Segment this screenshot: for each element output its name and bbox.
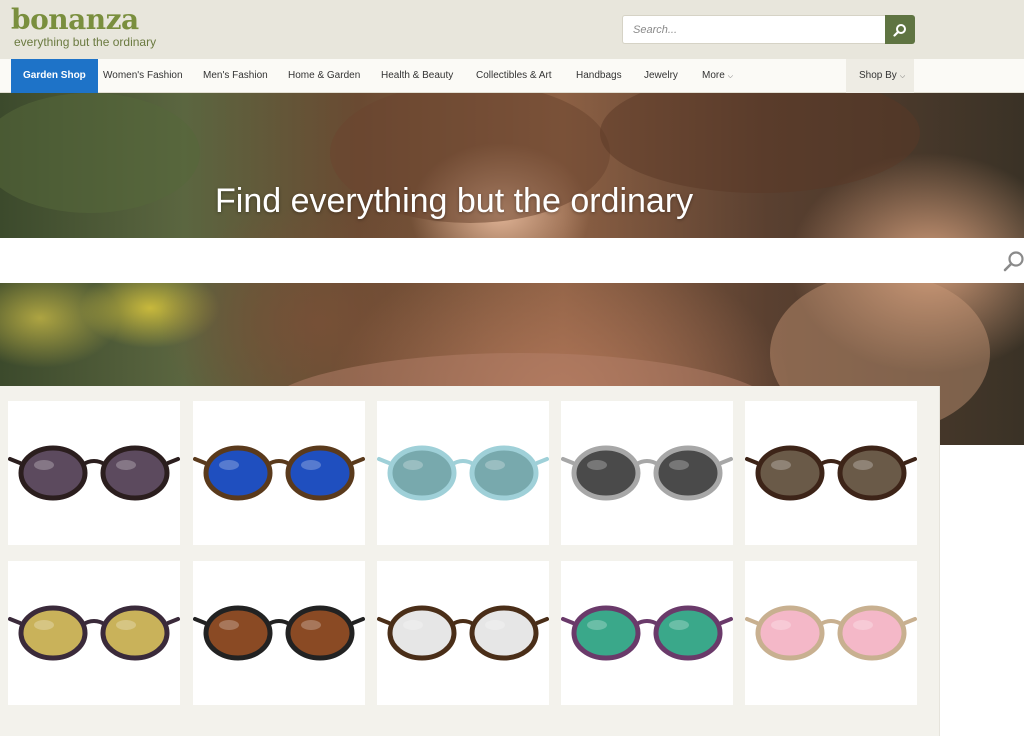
sunglasses-image <box>745 605 917 661</box>
nav-more-label: More <box>702 70 725 81</box>
logo[interactable]: bonanza everything but the ordinary <box>11 3 157 50</box>
sunglasses-image <box>8 605 180 661</box>
product-tile[interactable] <box>561 561 733 705</box>
nav-item-garden-shop[interactable]: Garden Shop <box>11 59 98 93</box>
nav-item-handbags[interactable]: Handbags <box>576 59 622 93</box>
search-icon[interactable] <box>1002 250 1024 272</box>
site-header: bonanza everything but the ordinary <box>0 0 1024 59</box>
chevron-down-icon: ⌵ <box>727 73 734 80</box>
hero-search-bar[interactable] <box>0 238 1024 283</box>
nav-item-collectibles-art[interactable]: Collectibles & Art <box>476 59 552 93</box>
sunglasses-image <box>561 445 733 501</box>
sunglasses-image <box>377 605 549 661</box>
logo-name: bonanza <box>11 3 139 36</box>
product-tile[interactable] <box>377 561 549 705</box>
hero-title: Find everything but the ordinary <box>215 182 694 220</box>
product-grid <box>0 386 940 736</box>
product-tile[interactable] <box>193 401 365 545</box>
product-tile[interactable] <box>377 401 549 545</box>
product-tile[interactable] <box>193 561 365 705</box>
nav-item-mens-fashion[interactable]: Men's Fashion <box>203 59 268 93</box>
sunglasses-image <box>377 445 549 501</box>
nav-item-health-beauty[interactable]: Health & Beauty <box>381 59 453 93</box>
product-tile[interactable] <box>745 401 917 545</box>
search-input[interactable] <box>622 15 886 44</box>
sunglasses-image <box>193 605 365 661</box>
sunglasses-image <box>193 445 365 501</box>
search-icon <box>893 23 906 37</box>
product-tile[interactable] <box>8 401 180 545</box>
nav-item-more[interactable]: More ⌵ <box>702 59 733 93</box>
category-nav: Garden Shop Women's Fashion Men's Fashio… <box>0 59 1024 93</box>
product-tile[interactable] <box>8 561 180 705</box>
logo-tagline: everything but the ordinary <box>14 35 157 49</box>
product-tile[interactable] <box>745 561 917 705</box>
product-tile[interactable] <box>561 401 733 545</box>
sunglasses-image <box>745 445 917 501</box>
shop-by-dropdown[interactable]: Shop By ⌵ <box>846 59 914 93</box>
nav-item-jewelry[interactable]: Jewelry <box>644 59 678 93</box>
chevron-down-icon: ⌵ <box>899 73 906 80</box>
sunglasses-image <box>561 605 733 661</box>
sunglasses-image <box>8 445 180 501</box>
nav-item-womens-fashion[interactable]: Women's Fashion <box>103 59 183 93</box>
nav-item-home-garden[interactable]: Home & Garden <box>288 59 360 93</box>
shop-by-label: Shop By <box>859 70 897 81</box>
search-button[interactable] <box>885 15 915 44</box>
